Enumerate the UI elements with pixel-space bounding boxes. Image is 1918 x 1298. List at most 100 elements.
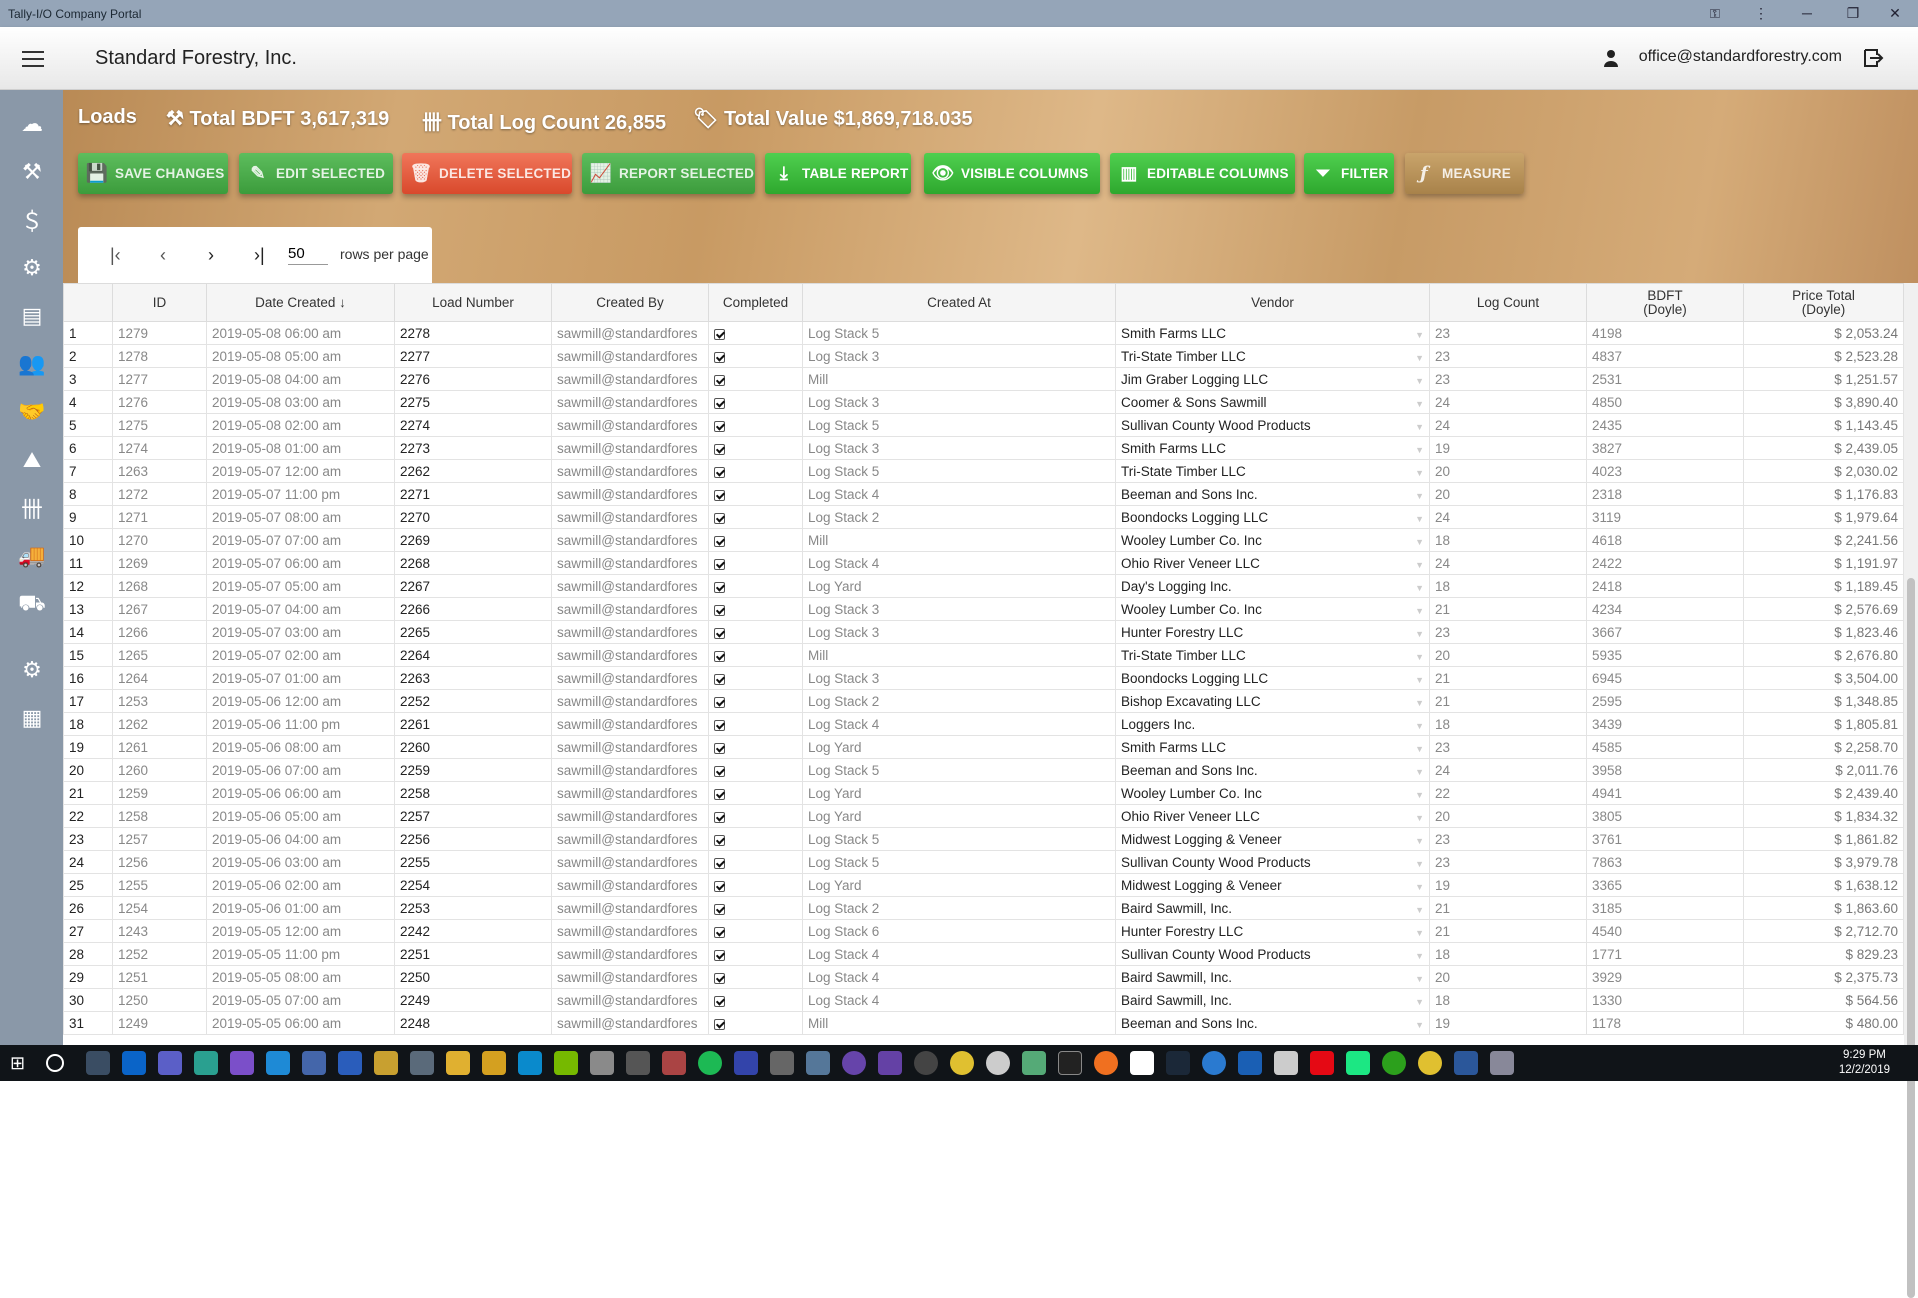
cell-id[interactable]: 1255	[112, 873, 207, 897]
cell-log-count[interactable]: 18	[1429, 988, 1587, 1012]
cell-price-total[interactable]: $ 564.56	[1743, 988, 1904, 1012]
cell-completed[interactable]	[708, 1011, 803, 1035]
cell-bdft[interactable]: 3929	[1586, 965, 1744, 989]
row-number[interactable]: 20	[63, 758, 113, 782]
cell-id[interactable]: 1253	[112, 689, 207, 713]
cell-load-number[interactable]: 2260	[394, 735, 552, 759]
table-row[interactable]: 1 1279 2019-05-08 06:00 am 2278 sawmill@stan…	[63, 321, 1904, 345]
row-number[interactable]: 24	[63, 850, 113, 874]
cell-price-total[interactable]: $ 2,523.28	[1743, 344, 1904, 368]
cell-created-by[interactable]: sawmill@standardfores	[551, 643, 709, 667]
cell-created-at[interactable]: Log Stack 3	[802, 344, 1116, 368]
windows-start-icon[interactable]: ⊞	[10, 1051, 34, 1075]
cell-date-created[interactable]: 2019-05-07 07:00 am	[206, 528, 395, 552]
file-explorer-icon[interactable]	[446, 1051, 470, 1075]
cell-completed[interactable]	[708, 321, 803, 345]
cell-created-at[interactable]: Log Yard	[802, 735, 1116, 759]
cell-id[interactable]: 1276	[112, 390, 207, 414]
cell-bdft[interactable]: 3119	[1586, 505, 1744, 529]
completed-checkbox[interactable]	[714, 857, 725, 869]
cell-bdft[interactable]: 4618	[1586, 528, 1744, 552]
twitch-icon[interactable]	[878, 1051, 902, 1075]
logout-icon[interactable]	[1862, 47, 1884, 69]
cell-created-at[interactable]: Mill	[802, 1011, 1116, 1035]
visible-columns-button[interactable]: 👁 VISIBLE COLUMNS	[924, 153, 1100, 194]
spotify-icon[interactable]	[698, 1051, 722, 1075]
cell-bdft[interactable]: 3439	[1586, 712, 1744, 736]
vertical-scrollbar[interactable]	[1904, 283, 1918, 1298]
cell-id[interactable]: 1268	[112, 574, 207, 598]
search-icon[interactable]	[46, 1054, 64, 1072]
row-number[interactable]: 7	[63, 459, 113, 483]
app-icon[interactable]	[986, 1051, 1010, 1075]
word-icon[interactable]	[1454, 1051, 1478, 1075]
cell-vendor[interactable]: ▼ Jim Graber Logging LLC	[1115, 367, 1430, 391]
cell-date-created[interactable]: 2019-05-08 03:00 am	[206, 390, 395, 414]
cell-log-count[interactable]: 18	[1429, 942, 1587, 966]
row-number[interactable]: 4	[63, 390, 113, 414]
completed-checkbox[interactable]	[714, 834, 725, 846]
cell-vendor[interactable]: ▼ Tri-State Timber LLC	[1115, 344, 1430, 368]
completed-checkbox[interactable]	[714, 489, 725, 501]
cell-vendor[interactable]: ▼ Beeman and Sons Inc.	[1115, 1011, 1430, 1035]
completed-checkbox[interactable]	[714, 512, 725, 524]
cell-date-created[interactable]: 2019-05-08 02:00 am	[206, 413, 395, 437]
cell-price-total[interactable]: $ 2,241.56	[1743, 528, 1904, 552]
cell-bdft[interactable]: 5935	[1586, 643, 1744, 667]
cell-bdft[interactable]: 2595	[1586, 689, 1744, 713]
cell-load-number[interactable]: 2266	[394, 597, 552, 621]
table-row[interactable]: 9 1271 2019-05-07 08:00 am 2270 sawmill@stan…	[63, 505, 1904, 529]
cell-completed[interactable]	[708, 505, 803, 529]
cell-vendor[interactable]: ▼ Sullivan County Wood Products	[1115, 413, 1430, 437]
cell-log-count[interactable]: 22	[1429, 781, 1587, 805]
table-row[interactable]: 25 1255 2019-05-06 02:00 am 2254 sawmill@sta…	[63, 873, 1904, 897]
report-selected-button[interactable]: 📈 REPORT SELECTED	[582, 153, 755, 194]
table-row[interactable]: 21 1259 2019-05-06 06:00 am 2258 sawmill@sta…	[63, 781, 1904, 805]
table-row[interactable]: 27 1243 2019-05-05 12:00 am 2242 sawmill@sta…	[63, 919, 1904, 943]
row-number[interactable]: 30	[63, 988, 113, 1012]
cell-vendor[interactable]: ▼ Boondocks Logging LLC	[1115, 505, 1430, 529]
cell-vendor[interactable]: ▼ Wooley Lumber Co. Inc	[1115, 528, 1430, 552]
cell-vendor[interactable]: ▼ Loggers Inc.	[1115, 712, 1430, 736]
cell-date-created[interactable]: 2019-05-07 05:00 am	[206, 574, 395, 598]
cell-completed[interactable]	[708, 758, 803, 782]
dropdown-arrow-icon[interactable]: ▼	[1415, 974, 1424, 984]
cell-created-by[interactable]: sawmill@standardfores	[551, 896, 709, 920]
cell-load-number[interactable]: 2257	[394, 804, 552, 828]
row-number[interactable]: 22	[63, 804, 113, 828]
completed-checkbox[interactable]	[714, 949, 725, 961]
cell-created-at[interactable]: Log Stack 5	[802, 321, 1116, 345]
row-number[interactable]: 29	[63, 965, 113, 989]
table-row[interactable]: 28 1252 2019-05-05 11:00 pm 2251 sawmill@sta…	[63, 942, 1904, 966]
cell-log-count[interactable]: 24	[1429, 390, 1587, 414]
cell-load-number[interactable]: 2262	[394, 459, 552, 483]
table-row[interactable]: 7 1263 2019-05-07 12:00 am 2262 sawmill@stan…	[63, 459, 1904, 483]
key-icon[interactable]: ⚿	[1692, 0, 1738, 27]
dropdown-arrow-icon[interactable]: ▼	[1415, 882, 1424, 892]
teamviewer-icon[interactable]	[518, 1051, 542, 1075]
row-number[interactable]: 1	[63, 321, 113, 345]
cell-id[interactable]: 1252	[112, 942, 207, 966]
cell-id[interactable]: 1260	[112, 758, 207, 782]
cell-log-count[interactable]: 23	[1429, 850, 1587, 874]
cell-bdft[interactable]: 4198	[1586, 321, 1744, 345]
cell-created-by[interactable]: sawmill@standardfores	[551, 620, 709, 644]
cell-completed[interactable]	[708, 919, 803, 943]
cell-id[interactable]: 1258	[112, 804, 207, 828]
cell-date-created[interactable]: 2019-05-07 08:00 am	[206, 505, 395, 529]
cell-price-total[interactable]: $ 1,189.45	[1743, 574, 1904, 598]
completed-checkbox[interactable]	[714, 903, 725, 915]
dropdown-arrow-icon[interactable]: ▼	[1415, 422, 1424, 432]
cell-log-count[interactable]: 23	[1429, 344, 1587, 368]
cell-created-at[interactable]: Log Stack 4	[802, 988, 1116, 1012]
completed-checkbox[interactable]	[714, 972, 725, 984]
users-icon[interactable]: 👥	[16, 348, 48, 380]
cell-created-by[interactable]: sawmill@standardfores	[551, 528, 709, 552]
app-icon[interactable]	[1130, 1051, 1154, 1075]
cell-load-number[interactable]: 2261	[394, 712, 552, 736]
dropdown-arrow-icon[interactable]: ▼	[1415, 997, 1424, 1007]
completed-checkbox[interactable]	[714, 351, 725, 363]
cell-id[interactable]: 1275	[112, 413, 207, 437]
completed-checkbox[interactable]	[714, 420, 725, 432]
cell-created-at[interactable]: Log Stack 4	[802, 551, 1116, 575]
